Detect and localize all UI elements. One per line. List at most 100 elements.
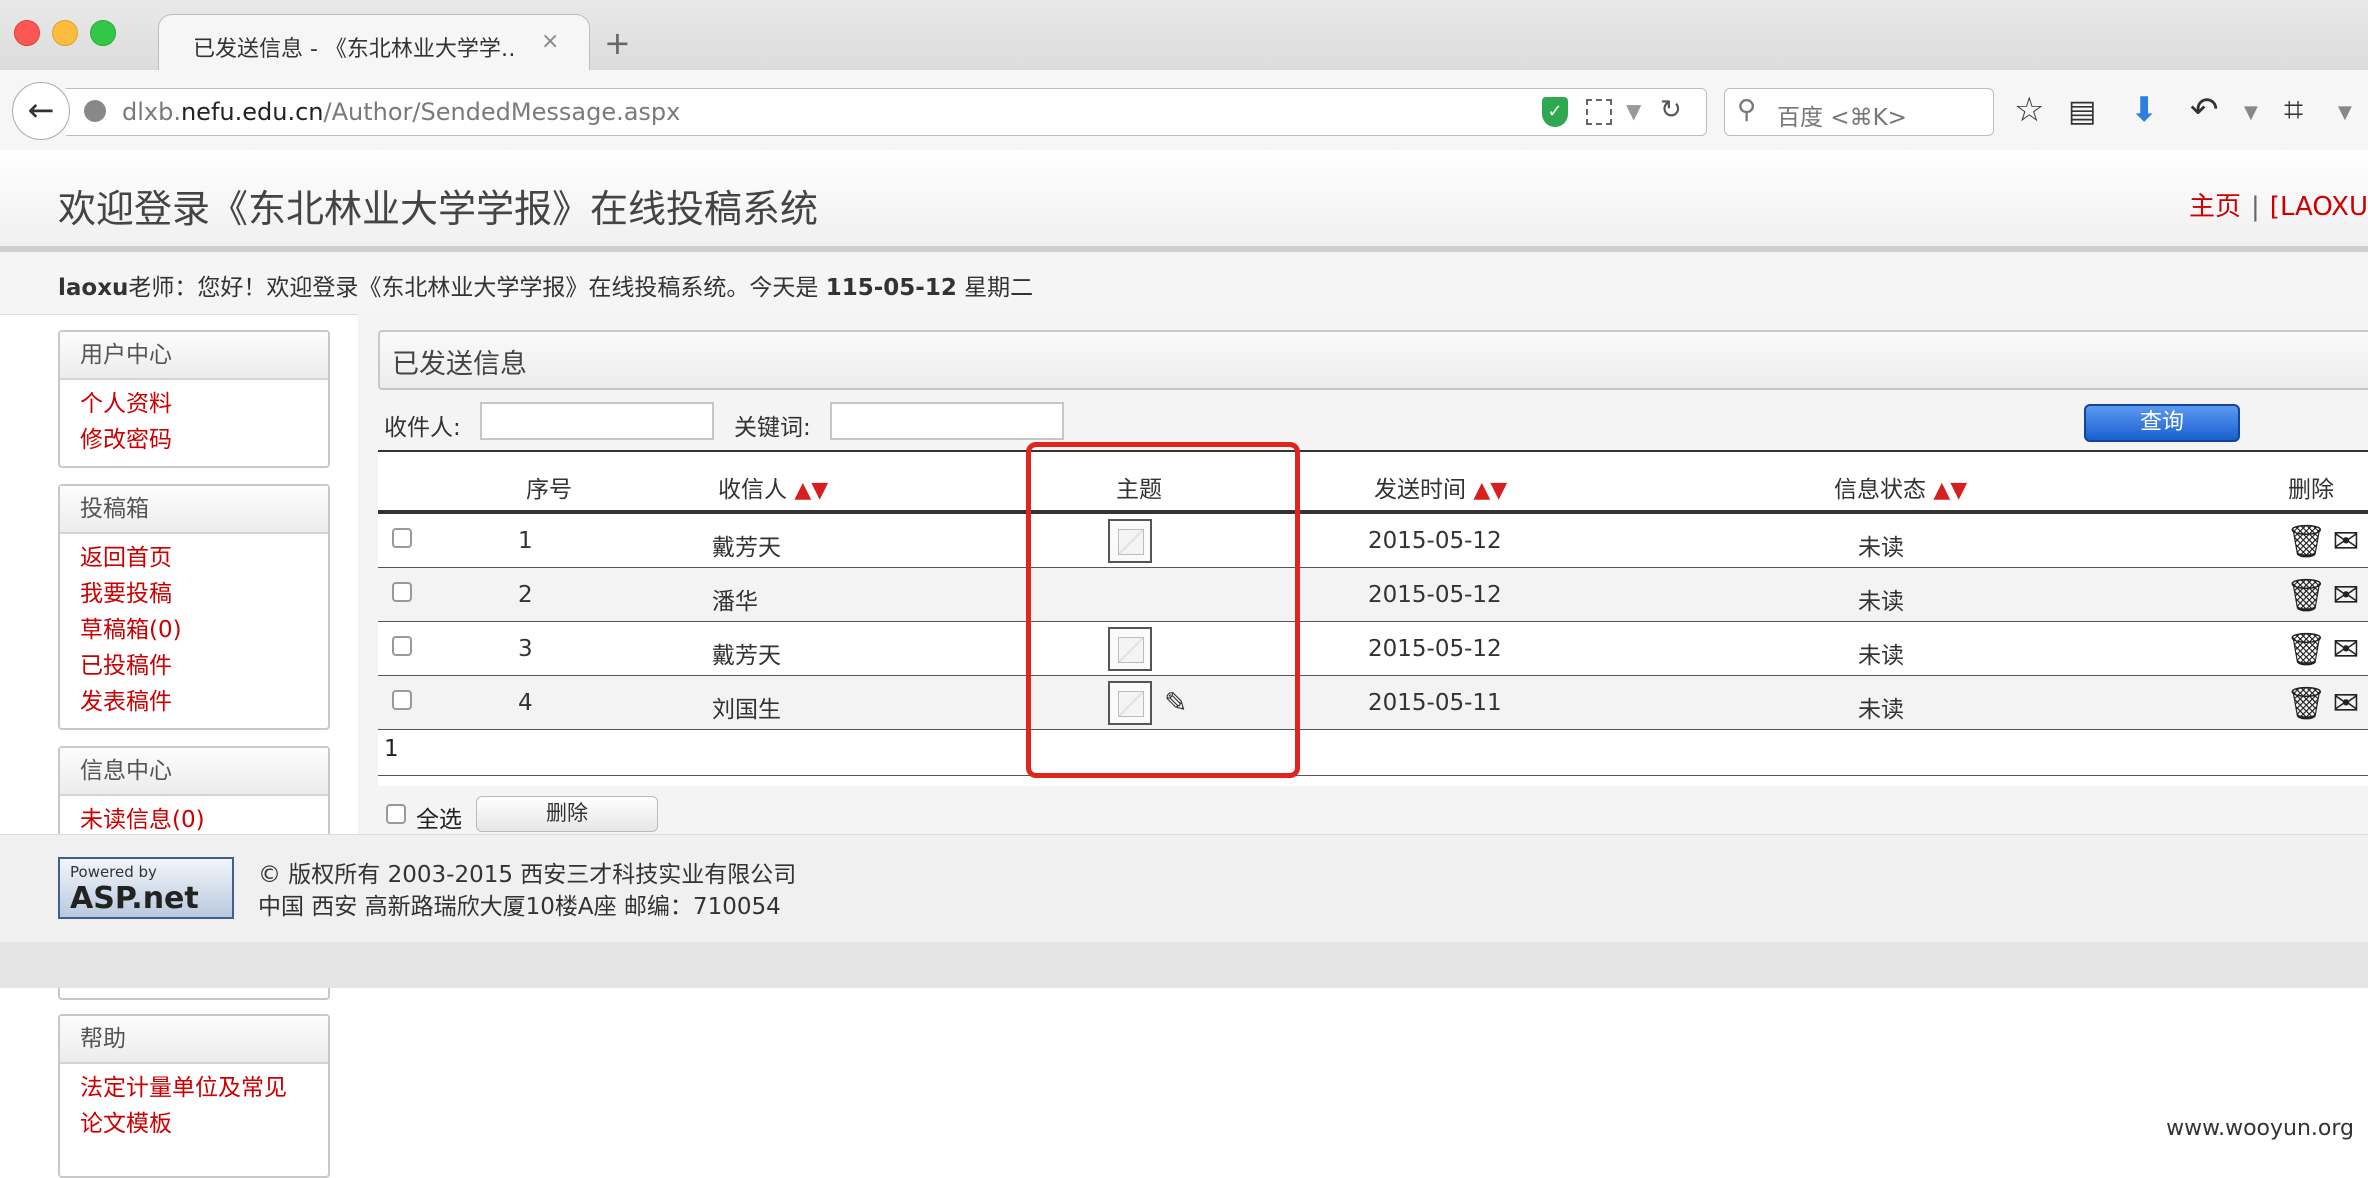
- page-number[interactable]: 1: [384, 736, 399, 762]
- qr-code-icon[interactable]: [1586, 99, 1612, 125]
- sort-arrows-icon[interactable]: ▲▼: [1473, 478, 1507, 503]
- row-status: 未读: [1858, 697, 1904, 723]
- user-link[interactable]: [LAOXU: [2270, 192, 2368, 222]
- sidebar-item-published[interactable]: 发表稿件: [80, 684, 328, 720]
- row-seq: 4: [518, 690, 533, 716]
- row-recipient: 刘国生: [712, 697, 781, 723]
- footer-text: © 版权所有 2003-2015 西安三才科技实业有限公司 中国 西安 高新路瑞…: [258, 859, 796, 923]
- col-seq: 序号: [526, 477, 572, 503]
- table-row: 2 潘华 2015-05-12 未读 🗑✉: [378, 568, 2368, 622]
- keyword-input[interactable]: [830, 402, 1064, 440]
- row-checkbox[interactable]: [392, 528, 412, 548]
- row-checkbox[interactable]: [392, 636, 412, 656]
- undo-icon[interactable]: ↶: [2190, 90, 2219, 130]
- shield-icon[interactable]: ✓: [1542, 97, 1568, 127]
- sidebar-item-profile[interactable]: 个人资料: [80, 386, 328, 422]
- row-recipient: 潘华: [712, 589, 758, 615]
- browser-tab[interactable]: 已发送信息 - 《东北林业大学学… ×: [158, 14, 590, 71]
- row-date: 2015-05-12: [1368, 528, 1502, 554]
- row-date: 2015-05-11: [1368, 690, 1502, 716]
- row-checkbox[interactable]: [392, 690, 412, 710]
- address-text: 中国 西安 高新路瑞欣大厦10楼A座 邮编：710054: [258, 894, 781, 920]
- col-send-time[interactable]: 发送时间 ▲▼: [1374, 470, 1507, 504]
- sidebar-item-submit[interactable]: 我要投稿: [80, 576, 328, 612]
- zoom-window-button[interactable]: [90, 20, 116, 46]
- row-date: 2015-05-12: [1368, 582, 1502, 608]
- row-seq: 3: [518, 636, 533, 662]
- sidebar-item-units[interactable]: 法定计量单位及常见: [80, 1070, 328, 1106]
- col-delete: 删除: [2288, 477, 2334, 503]
- dropdown-arrow-icon[interactable]: ▼: [1626, 99, 1641, 123]
- globe-icon: [84, 100, 106, 122]
- table-row: 3 戴芳天 2015-05-12 未读 🗑✉: [378, 622, 2368, 676]
- row-recipient: 戴芳天: [712, 643, 781, 669]
- trash-mail-icon[interactable]: 🗑✉: [2286, 522, 2365, 560]
- user-center-title: 用户中心: [60, 332, 328, 380]
- keyword-label: 关键词:: [734, 415, 811, 441]
- back-button[interactable]: ←: [12, 82, 70, 140]
- user-center-box: 用户中心 个人资料 修改密码: [58, 330, 330, 468]
- recipient-label: 收件人:: [384, 415, 461, 441]
- home-link[interactable]: 主页: [2189, 192, 2241, 222]
- select-all-label: 全选: [416, 807, 462, 833]
- col-status[interactable]: 信息状态 ▲▼: [1834, 470, 1967, 504]
- reload-icon[interactable]: ↻: [1660, 95, 1682, 125]
- recipient-input[interactable]: [480, 402, 714, 440]
- site-title: 欢迎登录《东北林业大学学报》在线投稿系统: [58, 187, 819, 231]
- welcome-bar: laoxu老师：您好！欢迎登录《东北林业大学学报》在线投稿系统。今天是 115-…: [0, 252, 2368, 315]
- highlight-box: [1026, 442, 1300, 778]
- bookmark-star-icon[interactable]: ☆: [2014, 90, 2044, 130]
- new-tab-button[interactable]: +: [604, 24, 631, 62]
- search-box[interactable]: ⚲ 百度 <⌘K>: [1724, 88, 1994, 136]
- page-footer: Powered by ASP.net © 版权所有 2003-2015 西安三才…: [0, 834, 2368, 943]
- sidebar-item-template[interactable]: 论文模板: [80, 1106, 328, 1142]
- asp-net-logo: Powered by ASP.net: [58, 857, 234, 919]
- sidebar-item-unread[interactable]: 未读信息(0): [80, 802, 328, 838]
- panel-title: 已发送信息: [392, 349, 527, 380]
- sidebar-item-change-password[interactable]: 修改密码: [80, 422, 328, 458]
- trash-mail-icon[interactable]: 🗑✉: [2286, 684, 2365, 722]
- table-header: 序号 收信人 ▲▼ 主题 发送时间 ▲▼ 信息状态 ▲▼ 删除: [378, 450, 2368, 514]
- col-recipient[interactable]: 收信人 ▲▼: [718, 470, 828, 504]
- row-date: 2015-05-12: [1368, 636, 1502, 662]
- select-all-checkbox[interactable]: [386, 804, 406, 824]
- crop-icon[interactable]: ⌗: [2284, 90, 2303, 130]
- trash-mail-icon[interactable]: 🗑✉: [2286, 630, 2365, 668]
- row-seq: 2: [518, 582, 533, 608]
- search-placeholder: 百度 <⌘K>: [1777, 105, 1907, 131]
- delete-button[interactable]: 删除: [476, 796, 658, 832]
- sidebar-item-drafts[interactable]: 草稿箱(0): [80, 612, 328, 648]
- row-status: 未读: [1858, 643, 1904, 669]
- row-status: 未读: [1858, 535, 1904, 561]
- sort-arrows-icon[interactable]: ▲▼: [794, 478, 828, 503]
- help-box: 帮助 法定计量单位及常见 论文模板: [58, 1014, 330, 1178]
- row-checkbox[interactable]: [392, 582, 412, 602]
- footer-strip: [0, 942, 2368, 988]
- submission-box-title: 投稿箱: [60, 486, 328, 534]
- submission-box: 投稿箱 返回首页 我要投稿 草稿箱(0) 已投稿件 发表稿件: [58, 484, 330, 730]
- crop-dropdown-icon[interactable]: ▼: [2338, 102, 2352, 123]
- url-text: dlxb.nefu.edu.cn/Author/SendedMessage.as…: [122, 98, 681, 126]
- close-window-button[interactable]: [14, 20, 40, 46]
- top-links: 主页 | [LAOXU: [2189, 186, 2368, 223]
- sort-arrows-icon[interactable]: ▲▼: [1933, 478, 1967, 503]
- undo-dropdown-icon[interactable]: ▼: [2244, 102, 2258, 123]
- search-icon: ⚲: [1737, 95, 1757, 125]
- link-separator: |: [2251, 192, 2260, 222]
- sidebar-item-home[interactable]: 返回首页: [80, 540, 328, 576]
- download-icon[interactable]: ⬇: [2130, 90, 2159, 130]
- sidebar-item-submitted[interactable]: 已投稿件: [80, 648, 328, 684]
- tab-title: 已发送信息 - 《东北林业大学学…: [193, 37, 513, 62]
- copyright-text: © 版权所有 2003-2015 西安三才科技实业有限公司: [258, 862, 797, 888]
- trash-mail-icon[interactable]: 🗑✉: [2286, 576, 2365, 614]
- watermark: www.wooyun.org: [2166, 1116, 2354, 1141]
- bulk-actions: 全选 删除: [378, 786, 2368, 834]
- site-header: 欢迎登录《东北林业大学学报》在线投稿系统 主页 | [LAOXU: [0, 150, 2368, 252]
- pagination: 1: [378, 722, 2368, 776]
- query-button[interactable]: 查询: [2084, 404, 2240, 442]
- minimize-window-button[interactable]: [52, 20, 78, 46]
- tab-close-icon[interactable]: ×: [541, 29, 559, 54]
- table-row: 1 戴芳天 2015-05-12 未读 🗑✉: [378, 514, 2368, 568]
- reading-list-icon[interactable]: ▤: [2068, 94, 2096, 129]
- address-bar[interactable]: dlxb.nefu.edu.cn/Author/SendedMessage.as…: [66, 88, 1707, 136]
